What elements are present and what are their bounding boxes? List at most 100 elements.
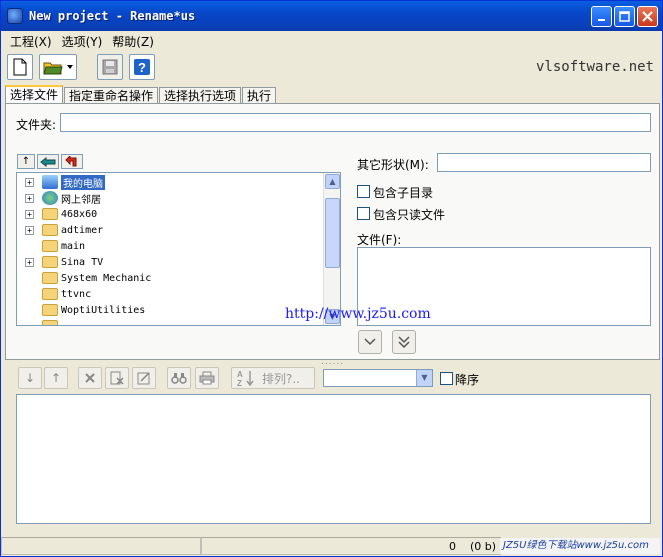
folder-icon: [42, 240, 58, 252]
edit-button[interactable]: [132, 367, 156, 389]
include-subdirs-label: 包含子目录: [373, 186, 434, 200]
new-project-button[interactable]: [7, 54, 33, 80]
status-cell: [1, 537, 201, 555]
back-button[interactable]: [37, 154, 59, 169]
file-results-list[interactable]: [16, 394, 651, 524]
app-icon: [7, 8, 23, 24]
binoculars-icon: [171, 373, 187, 384]
descending-checkbox[interactable]: [440, 372, 453, 385]
arrow-down-icon: ↓: [24, 371, 36, 385]
help-icon: ?: [134, 59, 150, 75]
expand-icon[interactable]: +: [25, 193, 34, 203]
svg-text:Z: Z: [237, 379, 242, 387]
folder-icon: [42, 208, 58, 220]
folder-icon: [42, 256, 58, 268]
tree-scrollbar[interactable]: ▲ ▼: [323, 173, 340, 325]
double-chevron-down-icon: [398, 336, 410, 348]
sort-button[interactable]: AZ 排列?..: [231, 367, 315, 389]
tree-item[interactable]: System Mechanic: [17, 270, 151, 286]
find-button[interactable]: [167, 367, 191, 389]
other-shape-label: 其它形状(M):: [357, 158, 429, 172]
open-project-button[interactable]: [39, 54, 77, 80]
move-all-down-button[interactable]: [392, 330, 416, 354]
tree-item-label: WoptiUtilities: [61, 304, 146, 316]
include-readonly-checkbox[interactable]: [357, 207, 370, 220]
maximize-button[interactable]: [614, 6, 635, 27]
tree-item-label: adtimer: [61, 224, 104, 236]
title-bar: New project - Rename*us: [1, 1, 662, 31]
folder-input[interactable]: [60, 113, 651, 132]
remove-list-button[interactable]: [105, 367, 129, 389]
tree-item[interactable]: ttvnc: [17, 286, 91, 302]
menu-project[interactable]: 工程(X): [5, 33, 57, 50]
expand-icon[interactable]: +: [25, 257, 34, 267]
move-item-up-button[interactable]: ↑: [44, 367, 68, 389]
move-down-button[interactable]: [358, 330, 382, 354]
refresh-button[interactable]: [61, 154, 83, 169]
edit-icon: [137, 372, 150, 385]
new-file-icon: [13, 58, 27, 76]
menu-options[interactable]: 选项(Y): [57, 33, 108, 50]
brand-text: vlsoftware.net: [535, 59, 654, 75]
tree-item[interactable]: main: [17, 238, 85, 254]
descending-label: 降序: [455, 373, 480, 387]
tree-item[interactable]: + 我的电脑: [17, 174, 105, 190]
tab-select-files[interactable]: 选择文件: [5, 85, 64, 105]
tree-item-partial: [17, 318, 61, 325]
minimize-button[interactable]: [591, 6, 612, 27]
file-size: (0 b): [469, 539, 496, 553]
expand-icon[interactable]: +: [25, 225, 34, 235]
maximize-icon: [619, 11, 630, 22]
folder-label: 文件夹:: [16, 118, 57, 132]
splitter-handle[interactable]: ......: [321, 357, 344, 367]
watermark-badge: JZ5U绿色下载站www.jz5u.com: [500, 538, 660, 554]
files-label: 文件(F):: [357, 233, 402, 247]
sort-label: 排列?..: [262, 371, 300, 386]
app-window: New project - Rename*us 工程(X) 选项(Y) 帮助(Z…: [0, 0, 663, 557]
include-readonly-label: 包含只读文件: [373, 208, 446, 222]
folder-tree[interactable]: + 我的电脑 + 网上邻居 + 468x60 + adtimer main + …: [16, 172, 341, 326]
computer-icon: [42, 175, 58, 189]
move-item-down-button[interactable]: ↓: [18, 367, 42, 389]
tree-item-label: main: [61, 240, 86, 252]
expand-icon[interactable]: +: [25, 177, 34, 187]
remove-button[interactable]: [78, 367, 102, 389]
left-arrow-icon: [40, 156, 56, 167]
other-shape-input[interactable]: [437, 153, 651, 172]
tree-item-label: 网上邻居: [61, 194, 101, 206]
tree-item[interactable]: + adtimer: [17, 222, 103, 238]
chevron-down-icon[interactable]: ▼: [416, 370, 432, 386]
menu-help[interactable]: 帮助(Z): [107, 33, 159, 50]
close-button[interactable]: [637, 6, 658, 27]
svg-text:?: ?: [138, 60, 146, 75]
tree-item[interactable]: + 468x60: [17, 206, 97, 222]
sort-field-select[interactable]: ▼: [323, 369, 433, 387]
help-button[interactable]: ?: [129, 54, 155, 80]
tree-item[interactable]: + 网上邻居: [17, 190, 101, 206]
up-folder-button[interactable]: ↑: [17, 154, 35, 169]
delete-list-icon: [110, 371, 124, 385]
scroll-up-icon[interactable]: ▲: [325, 174, 340, 189]
up-arrow-icon: ↑: [21, 156, 31, 167]
status-summary: 0 (0 b): [201, 537, 501, 555]
tree-item-label: System Mechanic: [61, 272, 152, 284]
open-folder-icon: [43, 62, 63, 75]
delete-icon: [85, 373, 95, 383]
folder-icon: [42, 304, 58, 316]
save-project-button[interactable]: [97, 54, 123, 80]
scroll-thumb[interactable]: [325, 198, 340, 268]
tree-item[interactable]: + Sina TV: [17, 254, 103, 270]
print-button[interactable]: [195, 367, 219, 389]
tree-nav: ↑: [17, 154, 83, 169]
tree-item[interactable]: WoptiUtilities: [17, 302, 145, 318]
network-icon: [42, 191, 58, 205]
minimize-icon: [597, 18, 605, 21]
window-title: New project - Rename*us: [29, 9, 196, 23]
tree-item-label: ttvnc: [61, 288, 92, 300]
include-subdirs-checkbox[interactable]: [357, 185, 370, 198]
printer-icon: [199, 371, 215, 385]
tab-strip: 选择文件 指定重命名操作 选择执行选项 执行: [5, 85, 277, 105]
chevron-down-icon: [67, 65, 73, 69]
expand-icon[interactable]: +: [25, 209, 34, 219]
folder-icon: [42, 224, 58, 236]
